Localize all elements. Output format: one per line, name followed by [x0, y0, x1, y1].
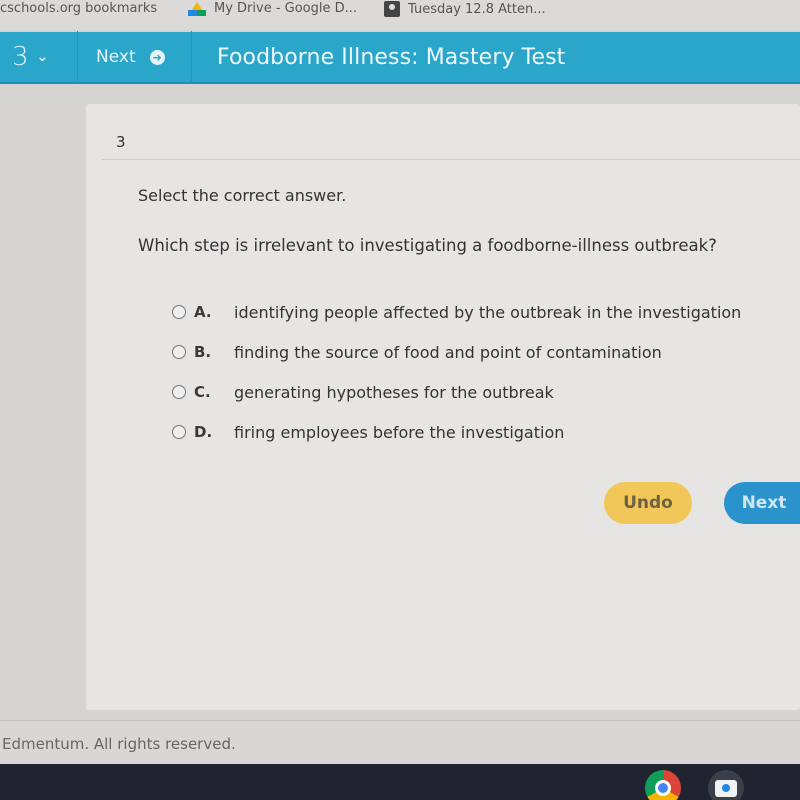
bookmark-label: My Drive - Google D...	[214, 1, 358, 16]
question-header: 3	[102, 124, 800, 160]
nav-next-button[interactable]: Next ➜	[78, 31, 192, 83]
chevron-down-icon: ⌄	[36, 49, 49, 65]
contact-icon	[384, 1, 400, 17]
option-letter: B.	[194, 343, 212, 361]
option-letter: A.	[194, 303, 212, 321]
option-text: identifying people affected by the outbr…	[234, 302, 742, 322]
option-text: finding the source of food and point of …	[234, 342, 662, 362]
radio-button[interactable]	[172, 345, 186, 359]
copyright-text: Edmentum. All rights reserved.	[2, 735, 236, 753]
answer-option-a[interactable]: A. identifying people affected by the ou…	[172, 292, 741, 332]
bookmarks-bar: cschools.org bookmarks My Drive - Google…	[0, 0, 800, 30]
question-instruction: Select the correct answer.	[138, 186, 347, 205]
page-footer: Edmentum. All rights reserved.	[0, 720, 800, 764]
answer-option-c[interactable]: C. generating hypotheses for the outbrea…	[172, 372, 741, 412]
radio-button[interactable]	[172, 425, 186, 439]
question-number: 3	[116, 133, 126, 151]
bookmark-my-drive[interactable]: My Drive - Google D...	[188, 1, 357, 16]
arrow-right-circle-icon: ➜	[149, 49, 165, 65]
radio-button[interactable]	[172, 305, 186, 319]
option-letter: C.	[194, 383, 211, 401]
bookmark-label: cschools.org bookmarks	[0, 1, 158, 16]
option-letter: D.	[194, 423, 213, 441]
google-drive-icon	[188, 1, 206, 16]
question-card: 3 Select the correct answer. Which step …	[86, 104, 800, 710]
bookmark-tuesday-attendance[interactable]: Tuesday 12.8 Atten...	[384, 1, 546, 17]
option-text: firing employees before the investigatio…	[234, 422, 565, 442]
answer-option-d[interactable]: D. firing employees before the investiga…	[172, 412, 741, 452]
os-taskbar	[0, 764, 800, 800]
test-nav-bar: 3 ⌄ Next ➜ Foodborne Illness: Mastery Te…	[0, 31, 800, 84]
answer-option-b[interactable]: B. finding the source of food and point …	[172, 332, 741, 372]
radio-button[interactable]	[172, 385, 186, 399]
current-question-number: 3	[12, 42, 29, 72]
question-prompt: Which step is irrelevant to investigatin…	[138, 236, 717, 255]
next-button[interactable]: Next	[724, 482, 800, 524]
undo-button[interactable]: Undo	[604, 482, 692, 524]
answer-options: A. identifying people affected by the ou…	[172, 292, 741, 452]
test-title: Foodborne Illness: Mastery Test	[217, 44, 566, 70]
chrome-icon[interactable]	[645, 770, 681, 800]
nav-next-label: Next	[96, 47, 136, 67]
question-number-dropdown[interactable]: 3 ⌄	[0, 31, 78, 83]
camera-icon[interactable]	[708, 770, 744, 800]
bookmark-cschools[interactable]: cschools.org bookmarks	[0, 1, 157, 16]
option-text: generating hypotheses for the outbreak	[234, 382, 554, 402]
bookmark-label: Tuesday 12.8 Atten...	[408, 1, 546, 17]
